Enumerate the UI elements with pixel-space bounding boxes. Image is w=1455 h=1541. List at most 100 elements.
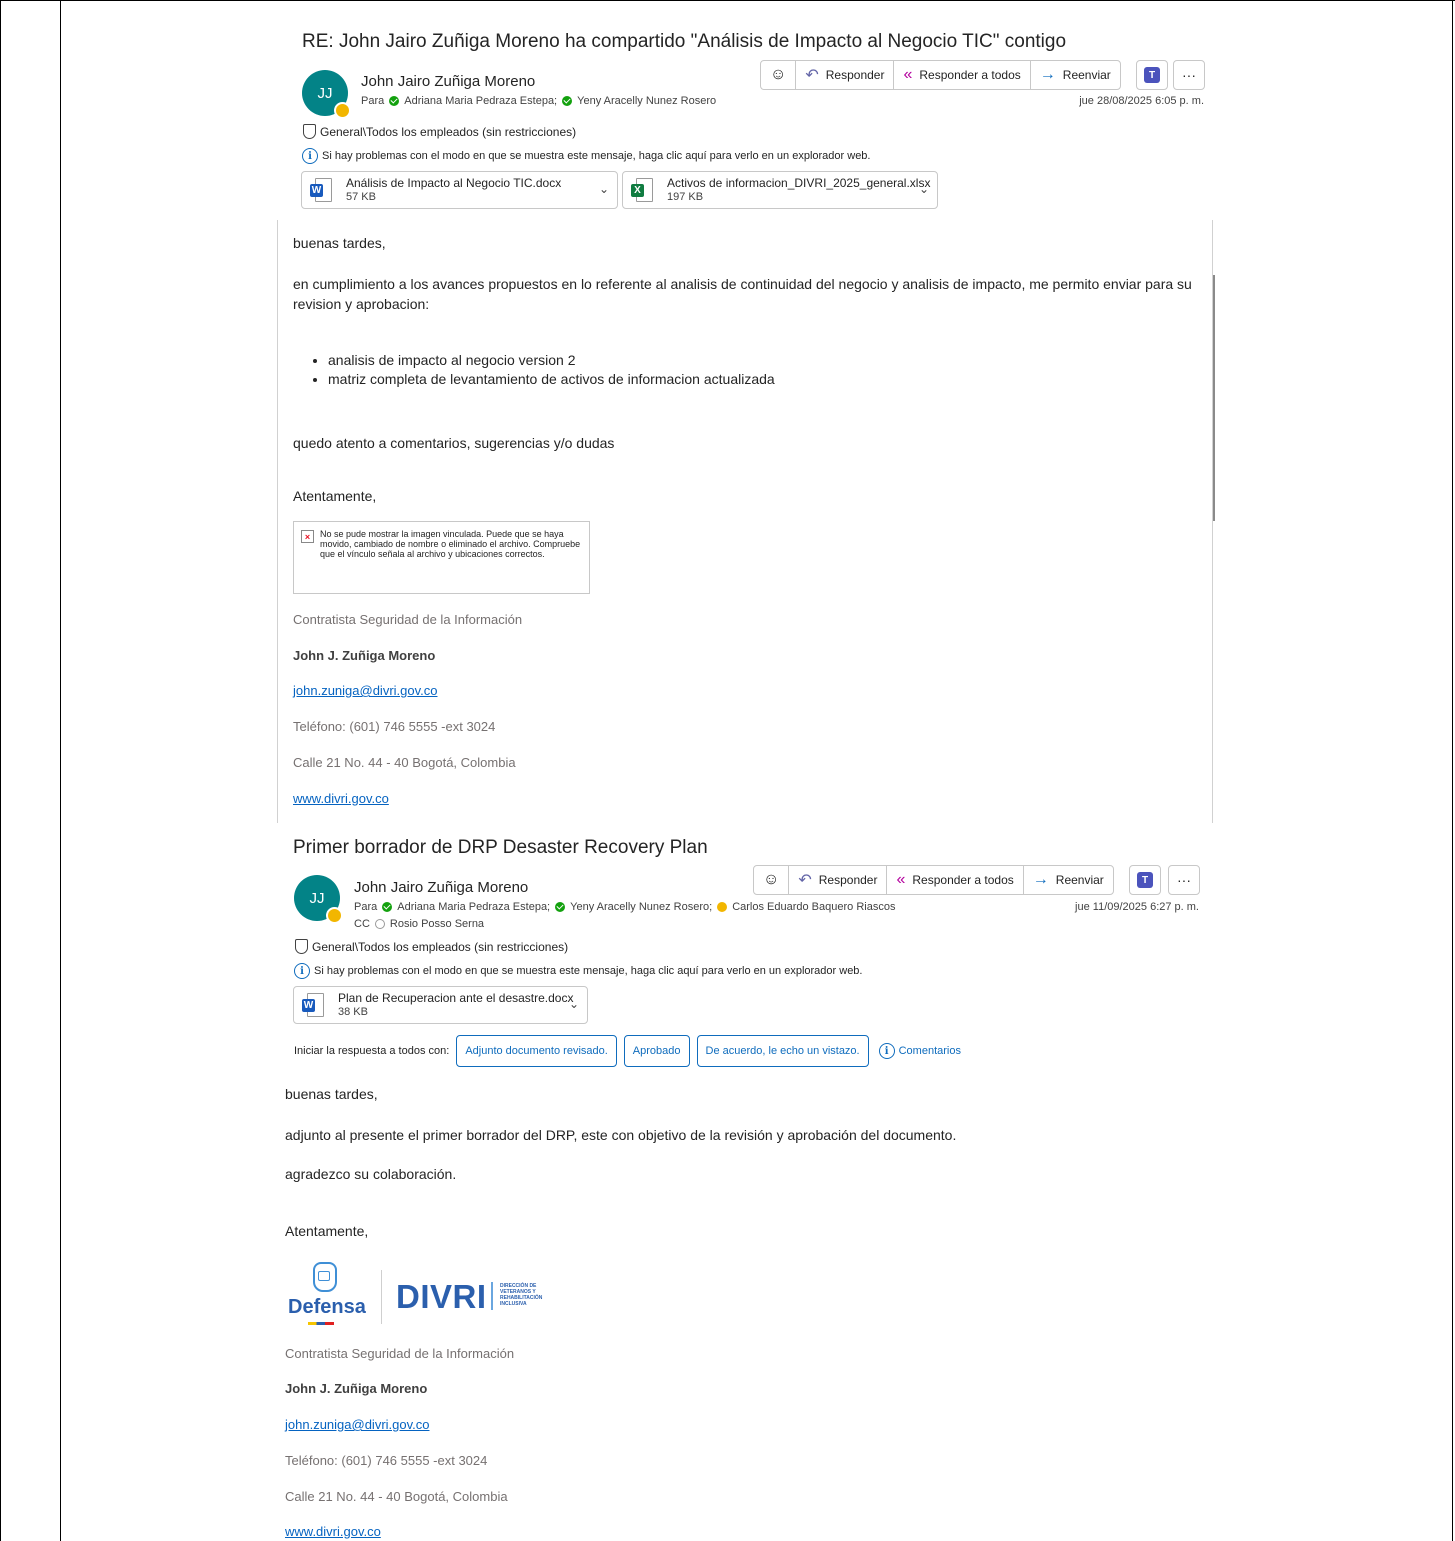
email-subject: RE: John Jairo Zuñiga Moreno ha comparti… xyxy=(302,31,1067,52)
presence-unknown-icon xyxy=(374,919,385,929)
broken-image-icon: × xyxy=(301,530,314,543)
chevron-down-icon[interactable]: ⌄ xyxy=(599,182,609,196)
emoji-react-button[interactable]: ☺ xyxy=(761,61,795,89)
body-greeting: buenas tardes, xyxy=(293,235,386,251)
comments-link[interactable]: i Comentarios xyxy=(878,1043,961,1059)
scrollbar-thumb[interactable] xyxy=(1213,275,1215,521)
info-icon: i xyxy=(294,963,310,979)
sensitivity-text: General\Todos los empleados (sin restric… xyxy=(320,124,577,139)
reply-button[interactable]: ↶ Responder xyxy=(795,61,893,89)
frame-left-border xyxy=(0,0,1,1541)
recipient[interactable]: Adriana Maria Pedraza Estepa; xyxy=(404,95,557,107)
reply-all-button[interactable]: « Responder a todos xyxy=(893,61,1029,89)
cc-row: CC Rosio Posso Serna xyxy=(354,918,484,930)
reply-icon: ↶ xyxy=(798,872,812,889)
teams-share-button[interactable]: T xyxy=(1136,60,1168,90)
reply-all-label: Responder a todos xyxy=(919,68,1021,82)
reply-label: Responder xyxy=(818,873,878,887)
signature-name: John J. Zuñiga Moreno xyxy=(285,1381,428,1396)
quick-reply-option[interactable]: De acuerdo, le echo un vistazo. xyxy=(696,1035,869,1067)
forward-label: Reenviar xyxy=(1055,873,1104,887)
quick-reply-label: Iniciar la respuesta a todos con: xyxy=(294,1045,450,1057)
forward-button[interactable]: → Reenviar xyxy=(1029,61,1120,89)
body-bullet-list: analisis de impacto al negocio version 2… xyxy=(296,352,775,390)
signature-web-link[interactable]: www.divri.gov.co xyxy=(293,791,389,806)
cc-label: CC xyxy=(354,918,370,930)
chevron-down-icon[interactable]: ⌄ xyxy=(919,182,929,196)
recipient[interactable]: Yeny Aracelly Nunez Rosero xyxy=(577,95,716,107)
attachment-card[interactable]: X Activos de informacion_DIVRI_2025_gene… xyxy=(622,171,938,209)
logo-divri-subtitle: DIRECCIÓN DE VETERANOS Y REHABILITACIÓN … xyxy=(500,1283,543,1307)
body-thanks: agradezco su colaboración. xyxy=(285,1166,457,1182)
avatar[interactable]: JJ xyxy=(294,875,343,924)
coat-of-arms-icon xyxy=(313,1262,337,1292)
shield-icon xyxy=(295,939,308,954)
info-icon: i xyxy=(878,1043,895,1059)
chevron-down-icon[interactable]: ⌄ xyxy=(569,997,579,1011)
emoji-react-button[interactable]: ☺ xyxy=(754,866,788,894)
info-bar[interactable]: i Si hay problemas con el modo en que se… xyxy=(302,148,871,164)
sender-name[interactable]: John Jairo Zuñiga Moreno xyxy=(361,73,535,90)
more-actions-button[interactable]: ··· xyxy=(1168,865,1200,895)
received-date: jue 28/08/2025 6:05 p. m. xyxy=(1079,95,1204,107)
quick-reply-option[interactable]: Aprobado xyxy=(623,1035,690,1067)
message-toolbar: ☺ ↶ Responder « Responder a todos → Reenvia… xyxy=(760,60,1121,90)
list-item: matriz completa de levantamiento de acti… xyxy=(328,371,775,387)
word-file-icon: W xyxy=(302,993,324,1017)
recipient[interactable]: Yeny Aracelly Nunez Rosero; xyxy=(570,901,712,913)
cc-recipient[interactable]: Rosio Posso Serna xyxy=(390,918,484,930)
logo-divider xyxy=(381,1270,382,1324)
attachment-name: Activos de informacion_DIVRI_2025_genera… xyxy=(667,176,931,190)
recipient[interactable]: Carlos Eduardo Baquero Riascos xyxy=(732,901,895,913)
reply-all-label: Responder a todos xyxy=(912,873,1014,887)
logo-divri-separator xyxy=(491,1282,493,1310)
sensitivity-label[interactable]: General\Todos los empleados (sin restric… xyxy=(295,939,568,954)
word-file-icon: W xyxy=(310,178,332,202)
avatar-initials: JJ xyxy=(309,889,325,907)
reply-all-icon: « xyxy=(903,66,913,83)
smiley-icon: ☺ xyxy=(763,871,780,888)
broken-image-placeholder: × No se pude mostrar la imagen vinculada… xyxy=(293,521,590,594)
reply-button[interactable]: ↶ Responder xyxy=(788,866,886,894)
ellipsis-icon: ··· xyxy=(1177,872,1191,888)
attachment-name: Plan de Recuperacion ante el desastre.do… xyxy=(338,991,574,1005)
reply-all-button[interactable]: « Responder a todos xyxy=(886,866,1022,894)
recipients-row: Para Adriana Maria Pedraza Estepa; Yeny … xyxy=(361,95,716,107)
attachment-card[interactable]: W Análisis de Impacto al Negocio TIC.doc… xyxy=(301,171,618,209)
signature-email-link[interactable]: john.zuniga@divri.gov.co xyxy=(293,683,437,698)
signature-phone: Teléfono: (601) 746 5555 -ext 3024 xyxy=(285,1453,488,1468)
teams-icon: T xyxy=(1144,67,1160,83)
more-actions-button[interactable]: ··· xyxy=(1173,60,1205,90)
teams-share-button[interactable]: T xyxy=(1129,865,1161,895)
reading-pane-left-border xyxy=(277,220,278,823)
signature-email-link[interactable]: john.zuniga@divri.gov.co xyxy=(285,1417,429,1432)
reply-icon: ↶ xyxy=(805,67,819,84)
body-paragraph: adjunto al presente el primer borrador d… xyxy=(285,1127,957,1143)
info-bar-text: Si hay problemas con el modo en que se m… xyxy=(314,965,863,977)
quick-reply-option[interactable]: Adjunto documento revisado. xyxy=(456,1035,617,1067)
ellipsis-icon: ··· xyxy=(1182,67,1196,83)
sensitivity-text: General\Todos los empleados (sin restric… xyxy=(312,939,569,954)
forward-button[interactable]: → Reenviar xyxy=(1022,866,1113,894)
email-subject: Primer borrador de DRP Desaster Recovery… xyxy=(293,837,708,858)
frame-right-border xyxy=(1452,0,1453,1541)
attachment-size: 38 KB xyxy=(338,1006,368,1018)
attachment-size: 57 KB xyxy=(346,191,376,203)
sensitivity-label[interactable]: General\Todos los empleados (sin restric… xyxy=(303,124,576,139)
reply-all-icon: « xyxy=(896,871,906,888)
info-bar[interactable]: i Si hay problemas con el modo en que se… xyxy=(294,963,863,979)
presence-available-icon xyxy=(562,96,573,106)
sender-name[interactable]: John Jairo Zuñiga Moreno xyxy=(354,879,528,896)
signature-address: Calle 21 No. 44 - 40 Bogotá, Colombia xyxy=(285,1489,508,1504)
broken-image-message: No se pude mostrar la imagen vinculada. … xyxy=(320,529,581,559)
signature-web-link[interactable]: www.divri.gov.co xyxy=(285,1524,381,1539)
logo-defensa-text: Defensa xyxy=(288,1296,366,1318)
avatar[interactable]: JJ xyxy=(302,70,351,119)
recipient[interactable]: Adriana Maria Pedraza Estepa; xyxy=(397,901,550,913)
attachment-card[interactable]: W Plan de Recuperacion ante el desastre.… xyxy=(293,986,588,1024)
info-bar-text: Si hay problemas con el modo en que se m… xyxy=(322,150,871,162)
to-label: Para xyxy=(361,95,385,107)
smiley-icon: ☺ xyxy=(770,66,787,83)
message-toolbar: ☺ ↶ Responder « Responder a todos → Reenvia… xyxy=(753,865,1114,895)
shield-icon xyxy=(303,124,316,139)
